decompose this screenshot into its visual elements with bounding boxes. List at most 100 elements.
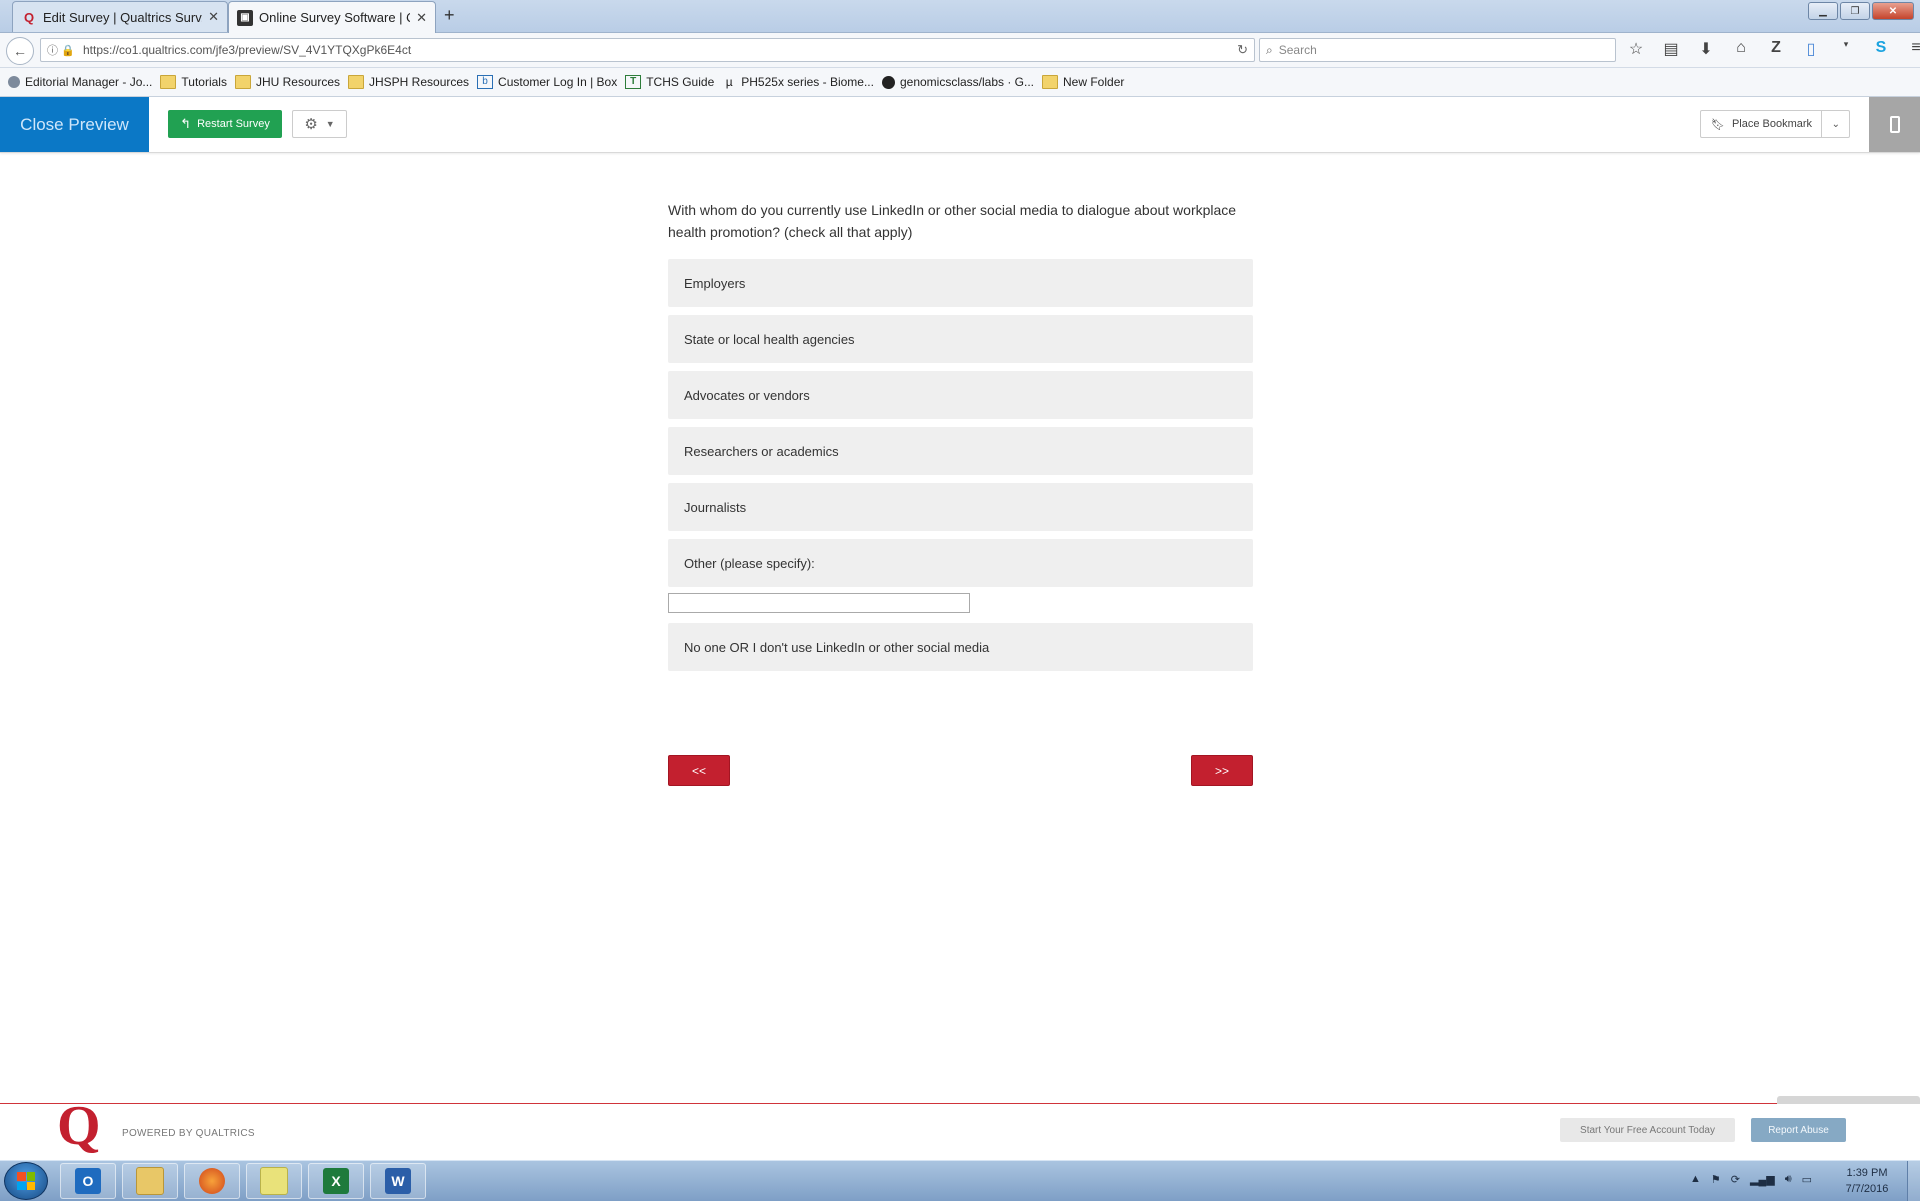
dropdown-icon[interactable]: ▾ xyxy=(1835,39,1857,59)
taskbar-word[interactable]: W xyxy=(370,1163,426,1199)
bookmark-editorial-manager[interactable]: Editorial Manager - Jo... xyxy=(8,75,152,89)
toolbar-icons: ☆ ▤ ⬇ ⌂ Z ▯ ▾ S ≡ xyxy=(1625,39,1920,59)
back-arrow-icon[interactable]: ← xyxy=(6,37,34,65)
bookmark-label: Customer Log In | Box xyxy=(498,75,618,89)
minimize-button[interactable]: ▁ xyxy=(1808,2,1838,20)
new-tab-button[interactable]: + xyxy=(444,5,455,26)
url-text[interactable]: https://co1.qualtrics.com/jfe3/preview/S… xyxy=(83,43,411,57)
bookmark-ph525x[interactable]: µ PH525x series - Biome... xyxy=(722,75,874,89)
tab-online-survey[interactable]: ▣ Online Survey Software | Q... ✕ xyxy=(228,1,436,33)
window-close-button[interactable]: ✕ xyxy=(1872,2,1914,20)
choice-state-local-health-agencies[interactable]: State or local health agencies xyxy=(668,315,1253,363)
choice-journalists[interactable]: Journalists xyxy=(668,483,1253,531)
sync-icon[interactable]: ⟳ xyxy=(1731,1173,1740,1186)
bookmark-new-folder[interactable]: New Folder xyxy=(1042,75,1124,89)
bookmark-genomicsclass[interactable]: genomicsclass/labs · G... xyxy=(881,75,1034,89)
tab-title: Online Survey Software | Q... xyxy=(259,10,410,25)
box-icon: b xyxy=(477,75,494,89)
search-input[interactable]: ⌕ Search xyxy=(1259,38,1616,62)
skype-icon[interactable]: S xyxy=(1870,39,1892,59)
clock-date: 7/7/2016 xyxy=(1845,1183,1889,1195)
choice-researchers-academics[interactable]: Researchers or academics xyxy=(668,427,1253,475)
bookmarks-bar: Editorial Manager - Jo... Tutorials JHU … xyxy=(0,68,1920,97)
excel-icon: X xyxy=(323,1168,349,1194)
close-tab-icon[interactable]: ✕ xyxy=(416,10,427,26)
folder-icon xyxy=(160,75,177,89)
free-account-button[interactable]: Start Your Free Account Today xyxy=(1560,1118,1735,1142)
tools-dropdown[interactable]: ⚙ ▼ xyxy=(292,110,347,138)
search-icon: ⌕ xyxy=(1266,42,1273,57)
bookmark-label: TCHS Guide xyxy=(646,75,715,89)
home-icon[interactable]: ⌂ xyxy=(1730,39,1752,59)
folder-icon xyxy=(348,75,364,89)
scrollbar[interactable] xyxy=(1777,1096,1920,1104)
question-text: With whom do you currently use LinkedIn … xyxy=(668,202,1237,240)
system-tray: ▲ ⚑ ⟳ ▂▄▆ 🔊︎ ▭ xyxy=(1690,1173,1812,1186)
info-icon[interactable]: ⓘ xyxy=(47,42,61,58)
bookmark-box-login[interactable]: b Customer Log In | Box xyxy=(477,75,617,89)
action-center-flag-icon[interactable]: ⚑ xyxy=(1711,1173,1721,1186)
system-clock[interactable]: 1:39 PM 7/7/2016 xyxy=(1832,1165,1902,1197)
start-button[interactable] xyxy=(4,1162,48,1200)
bookmark-label: New Folder xyxy=(1063,75,1125,89)
network-icon[interactable]: ▂▄▆ xyxy=(1750,1173,1775,1186)
preview-toolbar: Close Preview ↰ Restart Survey ⚙ ▼ 🔖︎ Pl… xyxy=(0,97,1920,153)
lock-icon: 🔒 xyxy=(61,44,75,57)
bookmark-jhu-resources[interactable]: JHU Resources xyxy=(234,75,340,89)
address-bar[interactable]: ⓘ 🔒 https://co1.qualtrics.com/jfe3/previ… xyxy=(40,38,1255,62)
other-specify-input[interactable] xyxy=(668,593,970,613)
show-desktop-button[interactable] xyxy=(1907,1161,1920,1201)
tab-title: Edit Survey | Qualtrics Surv... xyxy=(43,9,203,25)
show-hidden-icons-icon[interactable]: ▲ xyxy=(1690,1173,1701,1186)
gear-icon: ⚙ xyxy=(304,116,318,133)
reading-list-icon[interactable]: ▤ xyxy=(1660,39,1682,59)
taskbar-excel[interactable]: X xyxy=(308,1163,364,1199)
window-controls: ▁ ❐ ✕ xyxy=(1808,2,1914,20)
reload-icon[interactable]: ↻ xyxy=(1237,42,1248,58)
restart-survey-button[interactable]: ↰ Restart Survey xyxy=(168,110,282,138)
clock-time: 1:39 PM xyxy=(1846,1167,1888,1179)
mobile-view-toggle[interactable] xyxy=(1869,97,1920,152)
power-icon[interactable]: ▭ xyxy=(1802,1173,1812,1186)
bookmark-tutorials[interactable]: Tutorials xyxy=(160,75,227,89)
taskbar-file-explorer[interactable] xyxy=(122,1163,178,1199)
tab-edit-survey[interactable]: Q Edit Survey | Qualtrics Surv... ✕ xyxy=(12,1,228,32)
mu-icon: µ xyxy=(725,75,733,89)
chevron-down-icon[interactable]: ⌄ xyxy=(1832,119,1840,130)
divider xyxy=(1821,111,1822,137)
zotero-icon[interactable]: Z xyxy=(1765,39,1787,59)
close-preview-button[interactable]: Close Preview xyxy=(0,97,149,152)
choice-other[interactable]: Other (please specify): xyxy=(668,539,1253,587)
browser-nav-bar: ← ⓘ 🔒 https://co1.qualtrics.com/jfe3/pre… xyxy=(0,33,1920,68)
download-icon[interactable]: ⬇ xyxy=(1695,39,1717,59)
bookmark-tchs-guide[interactable]: T TCHS Guide xyxy=(625,75,714,89)
folder-icon xyxy=(1042,75,1059,89)
page-icon[interactable]: ▯ xyxy=(1800,39,1822,59)
taskbar-sticky-notes[interactable] xyxy=(246,1163,302,1199)
bookmark-star-icon[interactable]: ☆ xyxy=(1625,39,1647,59)
choice-employers[interactable]: Employers xyxy=(668,259,1253,307)
menu-icon[interactable]: ≡ xyxy=(1905,39,1920,59)
restart-arrow-icon: ↰ xyxy=(180,116,192,131)
place-bookmark-label: Place Bookmark xyxy=(1731,118,1813,130)
back-button[interactable]: << xyxy=(668,755,730,786)
sticky-notes-icon xyxy=(260,1167,288,1195)
qualtrics-logo[interactable]: Q xyxy=(57,1098,101,1154)
bookmark-label: JHSPH Resources xyxy=(369,75,470,89)
report-abuse-button[interactable]: Report Abuse xyxy=(1751,1118,1846,1142)
taskbar-outlook[interactable]: O xyxy=(60,1163,116,1199)
close-tab-icon[interactable]: ✕ xyxy=(208,9,219,25)
bookmark-label: PH525x series - Biome... xyxy=(741,75,874,89)
page-favicon-icon: ▣ xyxy=(237,9,253,26)
choice-no-one[interactable]: No one OR I don't use LinkedIn or other … xyxy=(668,623,1253,671)
folder-icon xyxy=(136,1167,164,1195)
choice-advocates-vendors[interactable]: Advocates or vendors xyxy=(668,371,1253,419)
bookmark-jhsph-resources[interactable]: JHSPH Resources xyxy=(348,75,469,89)
volume-icon[interactable]: 🔊︎ xyxy=(1785,1173,1792,1186)
next-button[interactable]: >> xyxy=(1191,755,1253,786)
windows-logo-icon xyxy=(17,1172,35,1190)
place-bookmark-button[interactable]: 🔖︎ Place Bookmark ⌄ xyxy=(1700,110,1850,138)
taskbar-firefox[interactable] xyxy=(184,1163,240,1199)
chevron-down-icon: ▼ xyxy=(325,119,335,129)
restore-button[interactable]: ❐ xyxy=(1840,2,1870,20)
